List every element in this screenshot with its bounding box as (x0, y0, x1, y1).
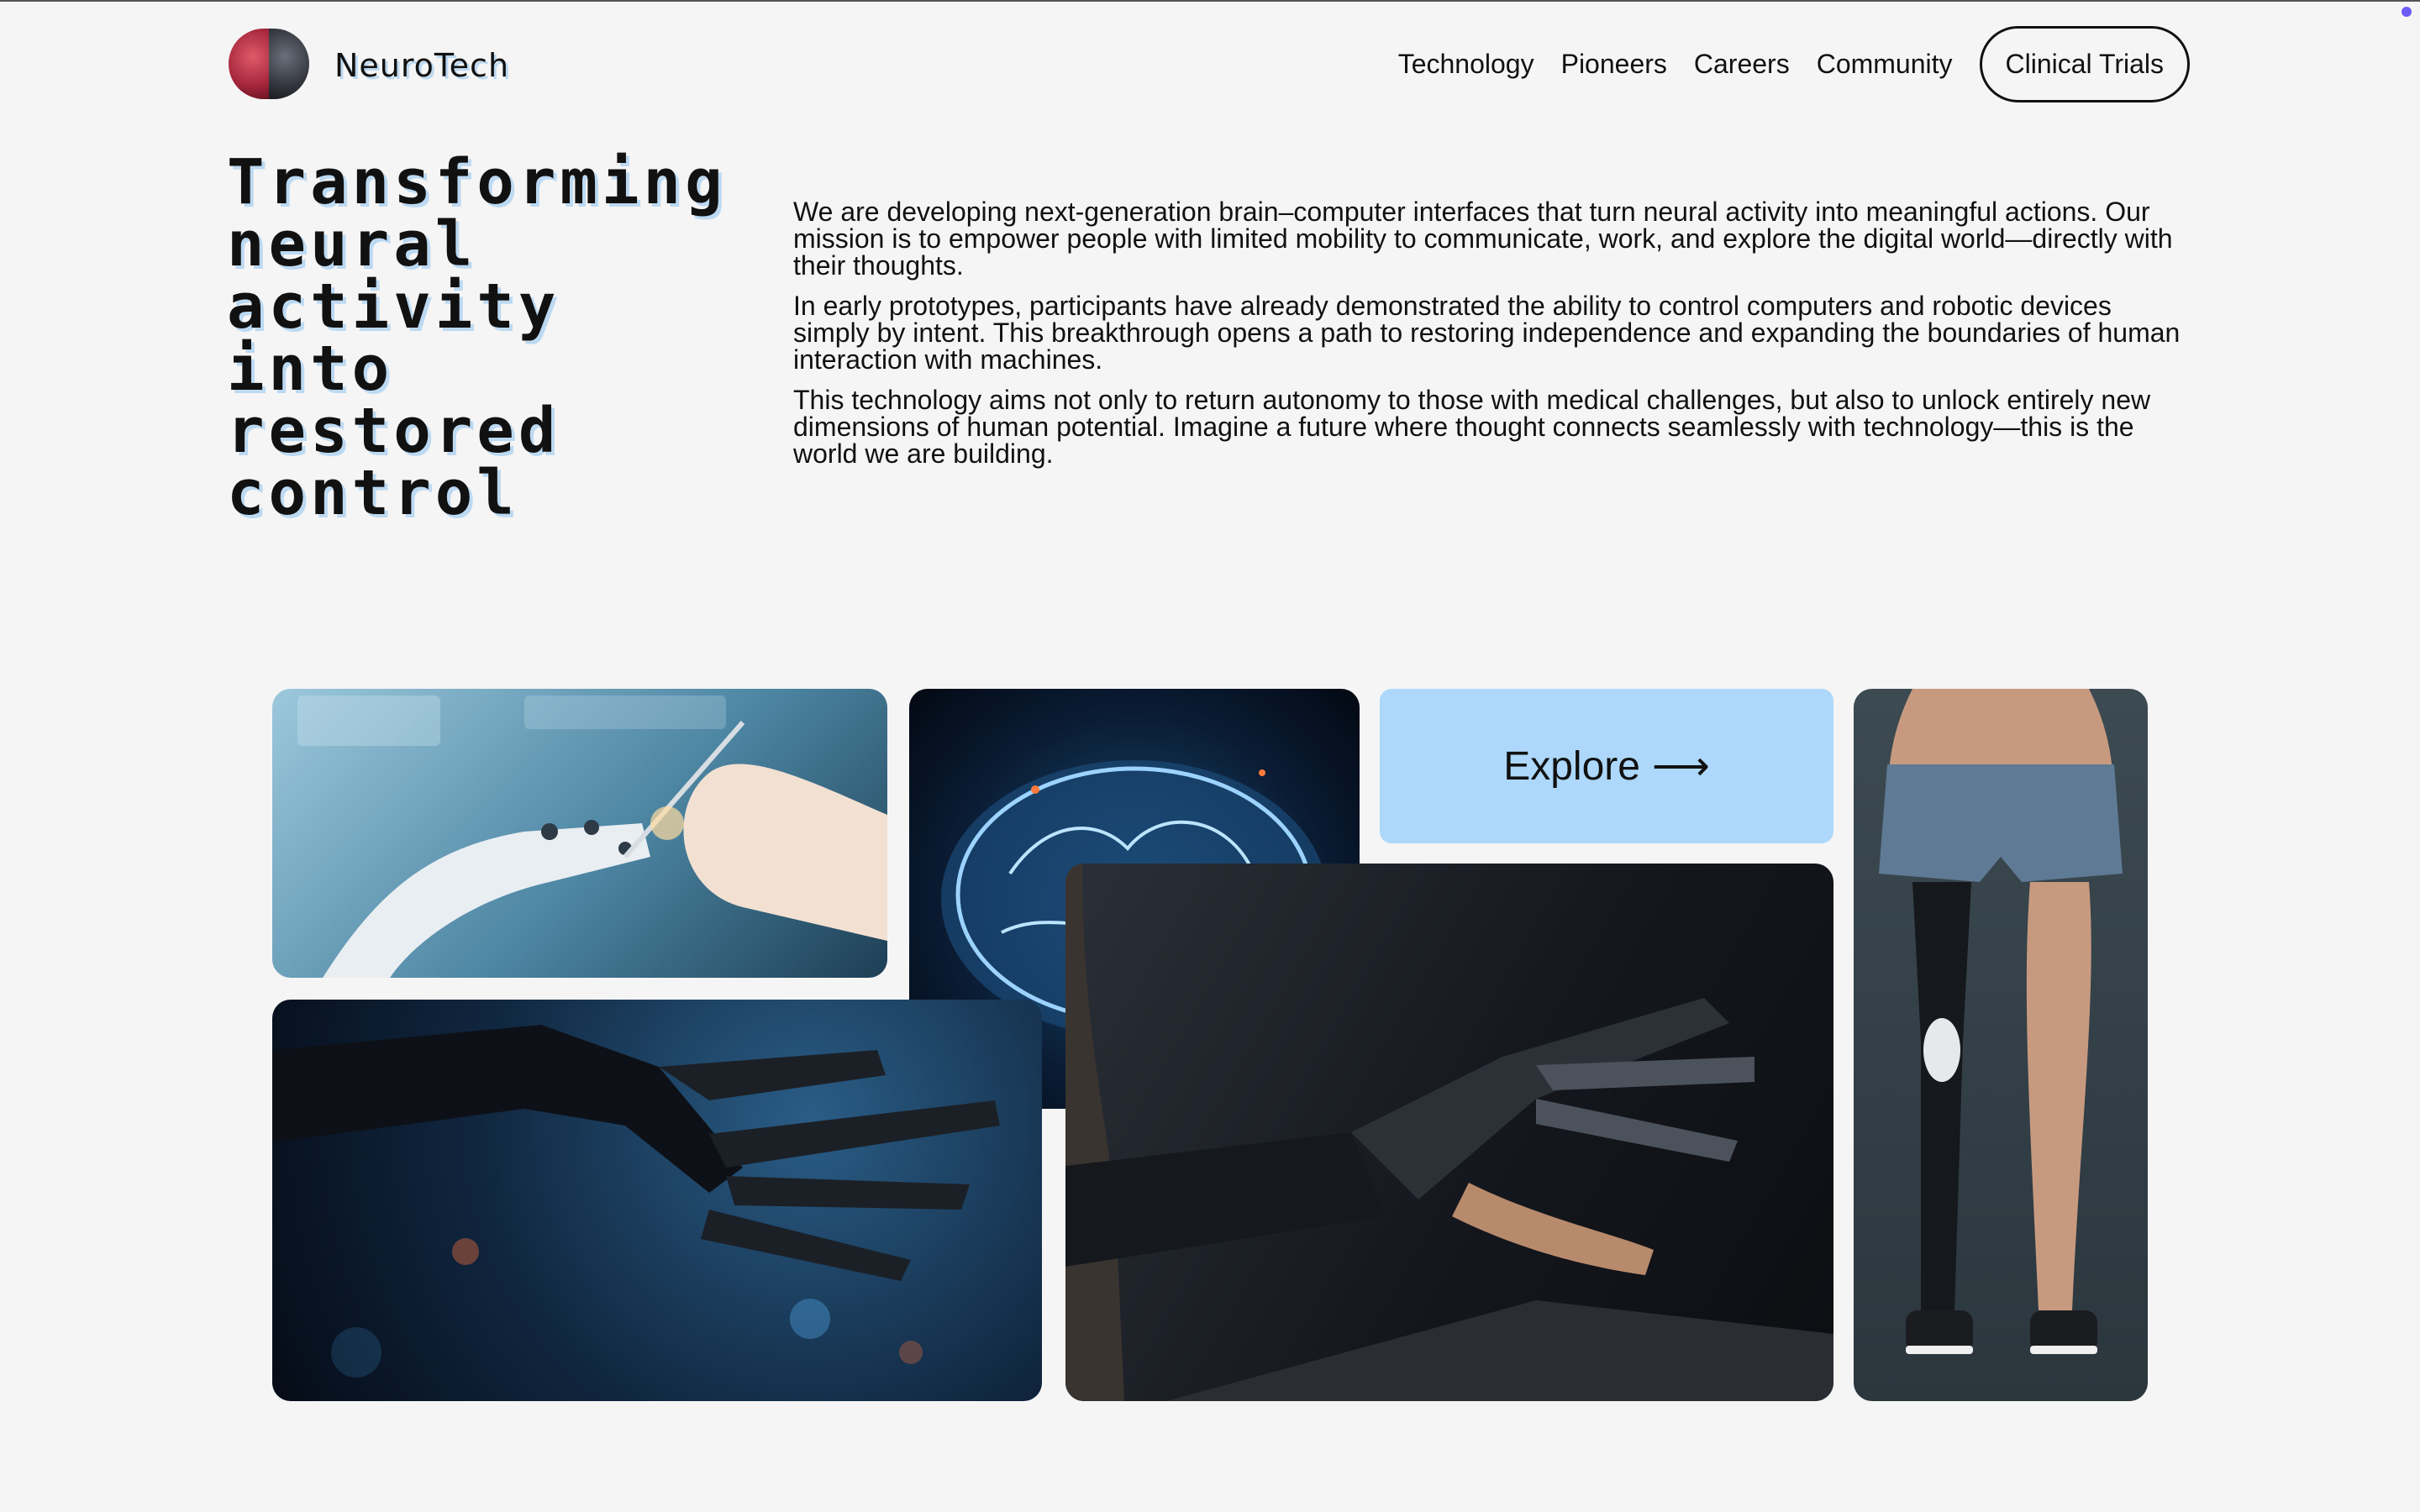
arrow-right-icon: ⟶ (1651, 743, 1710, 790)
nav-technology[interactable]: Technology (1398, 49, 1534, 80)
main-nav: Technology Pioneers Careers Community Cl… (1398, 26, 2190, 102)
hero-title-line: activity into (227, 270, 560, 405)
nav-pioneers[interactable]: Pioneers (1561, 49, 1667, 80)
hero-paragraph: In early prototypes, participants have a… (793, 291, 2181, 375)
nav-community[interactable]: Community (1817, 49, 1953, 80)
prosthetic-leg-image (1854, 689, 2148, 1401)
hero-title-line: neural (227, 208, 477, 281)
explore-button[interactable]: Explore ⟶ (1380, 689, 1833, 843)
hero-paragraph: We are developing next-generation brain–… (793, 197, 2173, 281)
hero-title: Transforming neural activity into restor… (227, 151, 748, 524)
robot-hand-surgery-illustration (297, 696, 887, 978)
explore-label: Explore (1503, 743, 1640, 789)
brain-logo-right-lobe (269, 29, 309, 99)
hero-paragraph: This technology aims not only to return … (793, 385, 2151, 469)
prosthetic-leg-illustration (1879, 689, 2123, 1354)
robot-hand-surgery-image (272, 689, 887, 978)
hero-title-line: Transforming (227, 146, 727, 218)
hero-description: We are developing next-generation brain–… (793, 198, 2191, 480)
brain-logo-icon[interactable] (229, 29, 309, 104)
hero-title-line: control (227, 457, 518, 529)
brain-logo-left-lobe (229, 29, 269, 99)
page: NeuroTech Technology Pioneers Careers Co… (0, 0, 2420, 1512)
robotic-hand-dark-illustration (272, 1025, 1000, 1378)
indicator-dot (2402, 7, 2412, 17)
nav-careers[interactable]: Careers (1694, 49, 1790, 80)
robotic-hand-dark-image (272, 1000, 1042, 1401)
hero-title-line: restored (227, 395, 560, 467)
top-divider (0, 0, 2420, 2)
brand-name[interactable]: NeuroTech (334, 47, 509, 84)
clinical-trials-button[interactable]: Clinical Trials (1979, 26, 2190, 102)
prosthetic-arm-illustration (1065, 864, 1833, 1401)
prosthetic-arm-image (1065, 864, 1833, 1401)
